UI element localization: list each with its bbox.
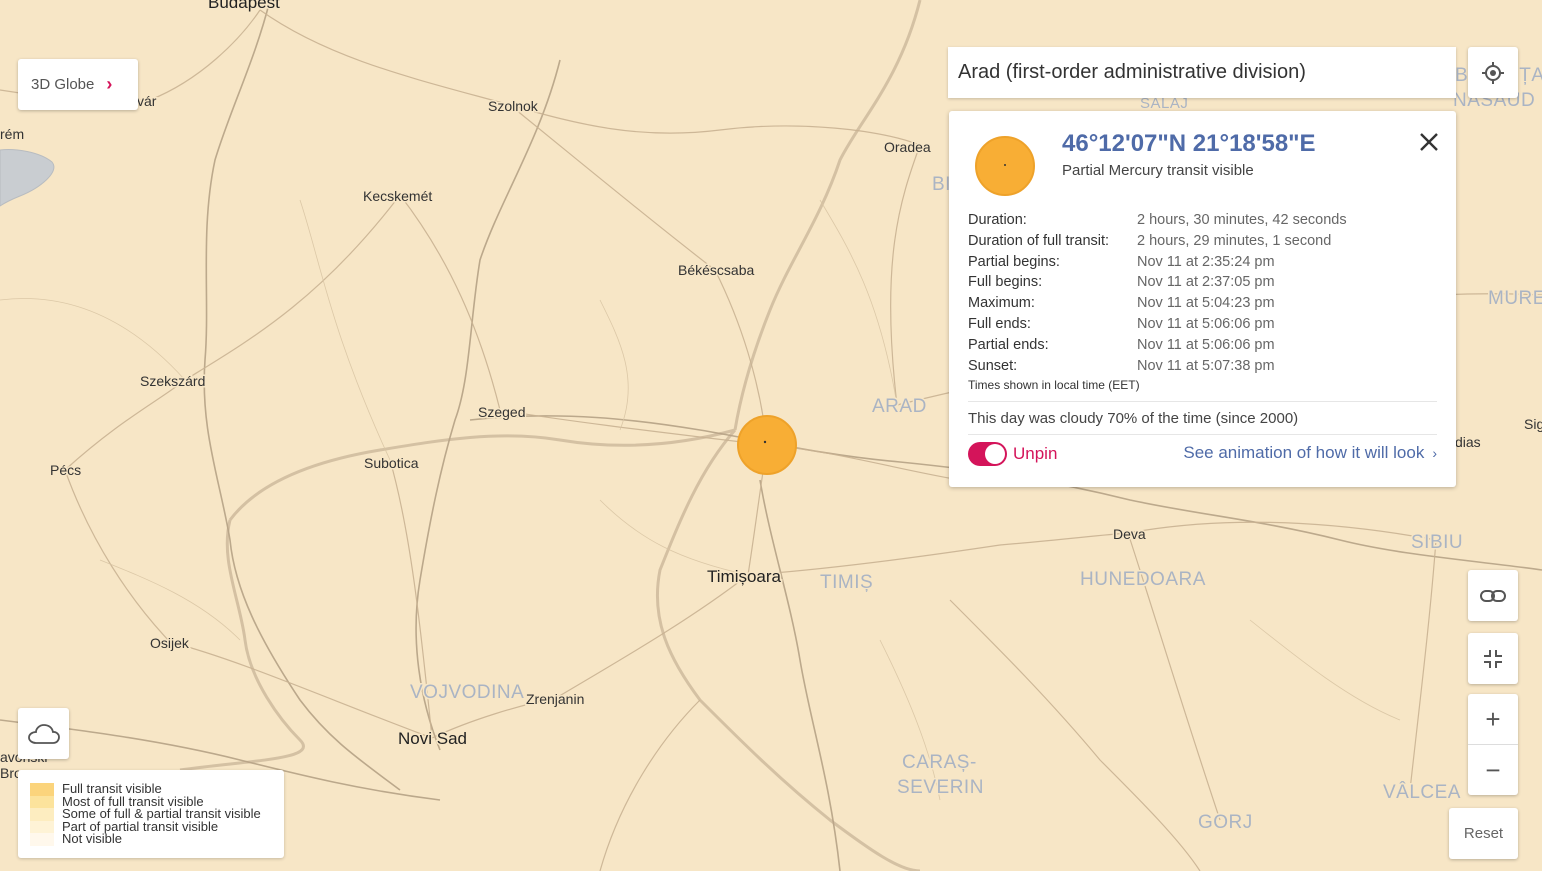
table-row: Duration: 2 hours, 30 minutes, 42 seconds	[968, 212, 1347, 228]
divider	[968, 434, 1437, 435]
transit-times-table: Duration: 2 hours, 30 minutes, 42 seconds…	[968, 210, 1347, 376]
link-icon	[1480, 589, 1506, 602]
timezone-note: Times shown in local time (EET)	[968, 378, 1140, 392]
table-row: Duration of full transit: 2 hours, 29 min…	[968, 232, 1332, 249]
divider	[968, 401, 1437, 402]
table-row: Partial begins: Nov 11 at 2:35:24 pm	[968, 253, 1275, 270]
sun-icon	[975, 136, 1035, 196]
region-label-caras-2: SEVERIN	[897, 777, 984, 798]
close-icon[interactable]	[1417, 130, 1441, 154]
city-label-novisad: Novi Sad	[398, 729, 467, 748]
zoom-in-button[interactable]: +	[1468, 694, 1518, 744]
chevron-right-icon: ›	[1432, 445, 1437, 461]
legend-swatch	[30, 833, 54, 846]
region-label-caras-1: CARAȘ-	[902, 752, 977, 773]
legend-item: Not visible	[18, 833, 284, 846]
collapse-icon	[1484, 649, 1502, 668]
locate-icon	[1482, 61, 1504, 84]
table-row: Maximum: Nov 11 at 5:04:23 pm	[968, 295, 1275, 312]
table-row: Full ends: Nov 11 at 5:06:06 pm	[968, 315, 1275, 332]
popup-subtitle: Partial Mercury transit visible	[1062, 162, 1254, 179]
unpin-label[interactable]: Unpin	[1013, 444, 1057, 464]
legend-swatch	[30, 783, 54, 796]
city-label-szolnok: Szolnok	[488, 98, 539, 114]
table-row: Full begins: Nov 11 at 2:37:05 pm	[968, 274, 1275, 291]
location-marker[interactable]	[737, 415, 797, 475]
city-label-subotica: Subotica	[364, 455, 419, 471]
region-label-timis: TIMIȘ	[820, 572, 873, 593]
region-label-arad: ARAD	[872, 396, 927, 417]
city-label-szekszard: Szekszárd	[140, 373, 205, 389]
legend-swatch	[30, 808, 54, 821]
share-link-button[interactable]	[1468, 570, 1518, 621]
city-label-dias: dias	[1455, 434, 1481, 450]
city-label-kecskemet: Kecskemét	[363, 188, 432, 204]
region-label-valcea: VÂLCEA	[1383, 781, 1461, 803]
city-label-zrenjanin: Zrenjanin	[526, 691, 584, 707]
city-label-szeged: Szeged	[478, 404, 525, 420]
city-label-bekescsaba: Békéscsaba	[678, 262, 754, 278]
cloud-layer-button[interactable]	[18, 708, 69, 759]
city-label-var: vár	[137, 93, 157, 109]
3d-globe-button[interactable]: 3D Globe ›	[18, 59, 138, 110]
exit-fullscreen-button[interactable]	[1468, 633, 1518, 684]
lake	[0, 149, 55, 207]
3d-globe-label: 3D Globe	[31, 76, 95, 93]
borders	[179, 0, 922, 871]
popup-coordinates: 46°12'07"N 21°18'58"E	[1062, 130, 1316, 157]
city-label-pecs: Pécs	[50, 462, 81, 478]
locate-button[interactable]	[1468, 47, 1518, 98]
region-label-vojvodina: VOJVODINA	[410, 682, 524, 703]
table-row: Partial ends: Nov 11 at 5:06:06 pm	[968, 336, 1275, 353]
zoom-out-button[interactable]: −	[1468, 745, 1518, 795]
city-label-timisoara: Timișoara	[707, 567, 782, 586]
city-label-oradea: Oradea	[884, 139, 931, 155]
city-label-deva: Deva	[1113, 526, 1146, 542]
region-label-hunedoara: HUNEDOARA	[1080, 569, 1206, 590]
region-label-mures: MUREȘ	[1488, 288, 1542, 309]
legend-swatch	[30, 795, 54, 809]
cloud-icon	[27, 723, 60, 744]
animation-link[interactable]: See animation of how it will look ›	[1183, 443, 1437, 463]
legend-swatch	[30, 820, 54, 834]
reset-button[interactable]: Reset	[1449, 808, 1518, 859]
city-label-erem: rém	[0, 126, 24, 142]
search-input[interactable]	[948, 47, 1456, 98]
city-label-osijek: Osijek	[150, 635, 190, 651]
region-label-sibiu: SIBIU	[1411, 532, 1463, 553]
chevron-right-icon: ›	[106, 74, 113, 94]
transit-info-popup: 46°12'07"N 21°18'58"E Partial Mercury tr…	[949, 111, 1456, 487]
zoom-controls: + −	[1468, 694, 1518, 795]
legend-item: Part of partial transit visible	[18, 820, 284, 834]
table-row: Sunset: Nov 11 at 5:07:38 pm	[968, 357, 1275, 374]
legend: Full transit visible Most of full transi…	[18, 770, 284, 858]
region-label-gorj: GORJ	[1198, 812, 1253, 833]
city-label-sig: Sig	[1524, 416, 1542, 432]
cloudy-stat: This day was cloudy 70% of the time (sin…	[968, 410, 1299, 427]
city-label-budapest: Budapest	[208, 0, 280, 12]
pin-toggle[interactable]	[968, 442, 1007, 466]
